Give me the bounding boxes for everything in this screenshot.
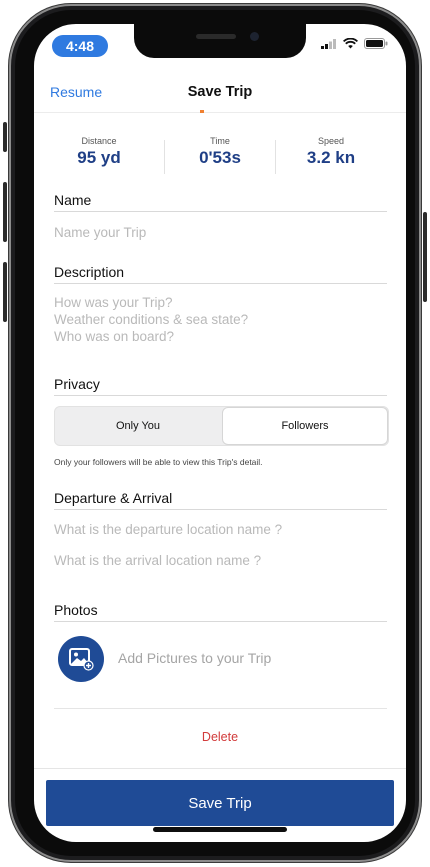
speaker-grille [196,34,236,39]
placeholder-line: How was your Trip? [54,295,173,310]
status-time: 4:48 [52,35,108,57]
save-trip-button[interactable]: Save Trip [46,780,394,826]
description-label: Description [54,264,125,280]
trip-stats: Distance 95 yd Time 0'53s Speed 3.2 kn [34,136,406,184]
departure-input[interactable]: What is the departure location name ? [54,521,282,538]
stat-value: 95 yd [77,148,121,167]
battery-icon [364,38,388,49]
stat-speed: Speed 3.2 kn [276,136,386,168]
navigation-bar: Resume Save Trip [34,74,406,113]
stat-label: Speed [317,136,345,146]
divider [54,211,387,212]
placeholder-line: Who was on board? [54,329,175,344]
delete-button[interactable]: Delete [34,730,406,744]
privacy-label: Privacy [54,376,100,392]
stat-label: Time [210,136,230,146]
stat-label: Distance [81,136,117,146]
home-indicator [153,827,287,832]
divider [54,509,387,510]
photos-label: Photos [54,602,98,618]
power-button [423,212,427,302]
placeholder-line: Weather conditions & sea state? [54,312,249,327]
signal-icon [321,38,336,49]
stat-value: 3.2 kn [306,148,356,167]
name-label: Name [54,192,92,208]
divider [34,768,406,769]
privacy-note: Only your followers will be able to view… [54,457,263,467]
volume-up-button [3,182,7,242]
notch [134,24,306,58]
page-title: Save Trip [187,84,253,100]
wifi-icon [343,38,358,49]
front-camera [250,32,259,41]
privacy-option-only-you[interactable]: Only You [55,407,221,445]
track-marker [200,110,204,113]
divider [54,708,387,709]
divider [54,395,387,396]
add-photo-button[interactable] [58,636,104,682]
divider [54,283,387,284]
status-icons [321,38,388,49]
arrival-input[interactable]: What is the arrival location name ? [54,552,261,569]
volume-down-button [3,262,7,322]
privacy-option-followers[interactable]: Followers [222,407,388,445]
app-screen: 4:48 Resume Save Trip Distance 95 yd Tim… [34,24,406,842]
departure-arrival-label: Departure & Arrival [54,490,173,506]
add-pictures-link[interactable]: Add Pictures to your Trip [118,650,271,666]
add-image-icon [69,648,94,671]
silent-switch [3,122,7,152]
stat-value: 0'53s [199,148,241,167]
description-input[interactable]: How was your Trip? Weather conditions & … [54,294,248,345]
stat-time: Time 0'53s [165,136,275,168]
privacy-segmented-control: Only You Followers [54,406,389,446]
stat-distance: Distance 95 yd [44,136,154,168]
trip-name-input[interactable]: Name your Trip [54,224,146,241]
divider [54,621,387,622]
